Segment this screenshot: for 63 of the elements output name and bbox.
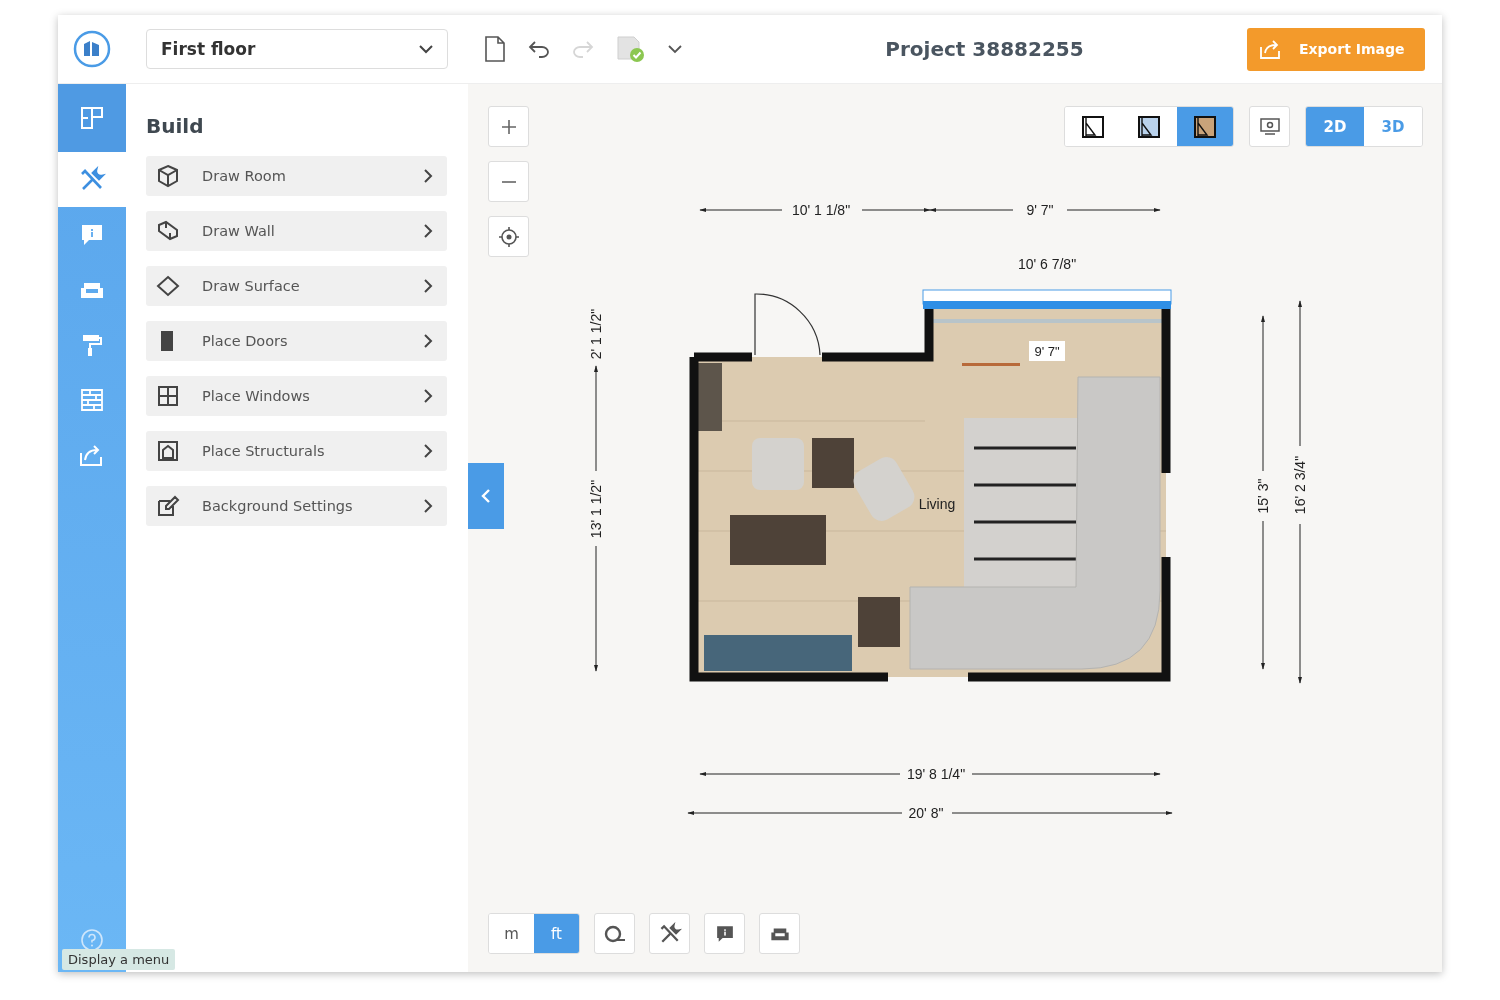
chevron-right-icon (424, 499, 433, 513)
view-mode-button[interactable] (1177, 107, 1233, 146)
dimension-label: 9' 7" (1026, 202, 1054, 218)
dimension-label: 20' 8" (908, 805, 944, 821)
dimension-label: 13' 1 1/2" (588, 479, 604, 539)
build-menu-item[interactable]: Place Structurals (146, 431, 447, 471)
dimension-label: 10' 6 7/8" (1017, 256, 1077, 272)
furniture-button[interactable] (759, 913, 800, 954)
chevron-left-icon (481, 488, 491, 504)
comment-button[interactable] (704, 913, 745, 954)
window-icon (156, 384, 180, 408)
chevron-down-icon[interactable] (668, 44, 682, 54)
new-file-icon[interactable] (484, 36, 506, 62)
floor-view-icon (1193, 114, 1217, 139)
dimension-label: 16' 2 3/4" (1292, 455, 1308, 515)
undo-icon[interactable] (528, 40, 550, 58)
measure-button[interactable] (594, 913, 635, 954)
project-title: Project 38882255 (884, 37, 1085, 61)
dimension-label: 2' 1 1/2" (588, 308, 604, 360)
chevron-right-icon (424, 389, 433, 403)
build-menu-item[interactable]: Draw Wall (146, 211, 447, 251)
build-tools-button[interactable] (649, 913, 690, 954)
minus-icon (500, 180, 517, 183)
wall-icon (156, 219, 180, 243)
chevron-right-icon (424, 224, 433, 238)
floor-view-icon (1137, 114, 1161, 139)
cube-icon (156, 164, 180, 188)
build-menu-item[interactable]: Background Settings (146, 486, 447, 526)
build-menu-item[interactable]: Draw Room (146, 156, 447, 196)
room-label: Living (918, 496, 956, 512)
save-icon[interactable] (616, 35, 646, 63)
edit-image-icon (156, 494, 180, 518)
recenter-button[interactable] (488, 216, 529, 257)
build-menu-item[interactable]: Place Windows (146, 376, 447, 416)
rail-tab[interactable] (58, 152, 126, 207)
wall-length-tag: 9' 7" (1029, 341, 1065, 361)
dimension-label: 15' 3" (1255, 478, 1271, 514)
monitor-settings-icon (1258, 116, 1281, 137)
plus-icon (500, 118, 517, 135)
floor-plan-icon (78, 104, 106, 132)
dimension-label: 19' 8 1/4" (906, 766, 966, 782)
tape-measure-icon (602, 923, 627, 944)
build-menu-item[interactable]: Draw Surface (146, 266, 447, 306)
chevron-right-icon (424, 169, 433, 183)
export-icon (1259, 38, 1283, 60)
crosshair-icon (497, 225, 520, 248)
zoom-in-button[interactable] (488, 106, 529, 147)
panel-title: Build (146, 114, 205, 138)
logo-icon[interactable] (73, 30, 111, 68)
chevron-down-icon (419, 44, 433, 54)
chevron-right-icon (424, 279, 433, 293)
display-settings-button[interactable] (1249, 106, 1290, 147)
floor-plan-drawing[interactable] (689, 289, 1172, 682)
floor-view-icon (1081, 114, 1105, 139)
dimension-label: 10' 1 1/8" (791, 202, 851, 218)
structure-icon (156, 439, 180, 463)
floor-select[interactable]: First floor (146, 29, 448, 69)
chevron-right-icon (424, 444, 433, 458)
chevron-right-icon (424, 334, 433, 348)
rail-tab[interactable] (58, 84, 126, 152)
tooltip: Display a menu (62, 949, 176, 970)
diamond-icon (156, 274, 180, 298)
build-menu-item[interactable]: Place Doors (146, 321, 447, 361)
